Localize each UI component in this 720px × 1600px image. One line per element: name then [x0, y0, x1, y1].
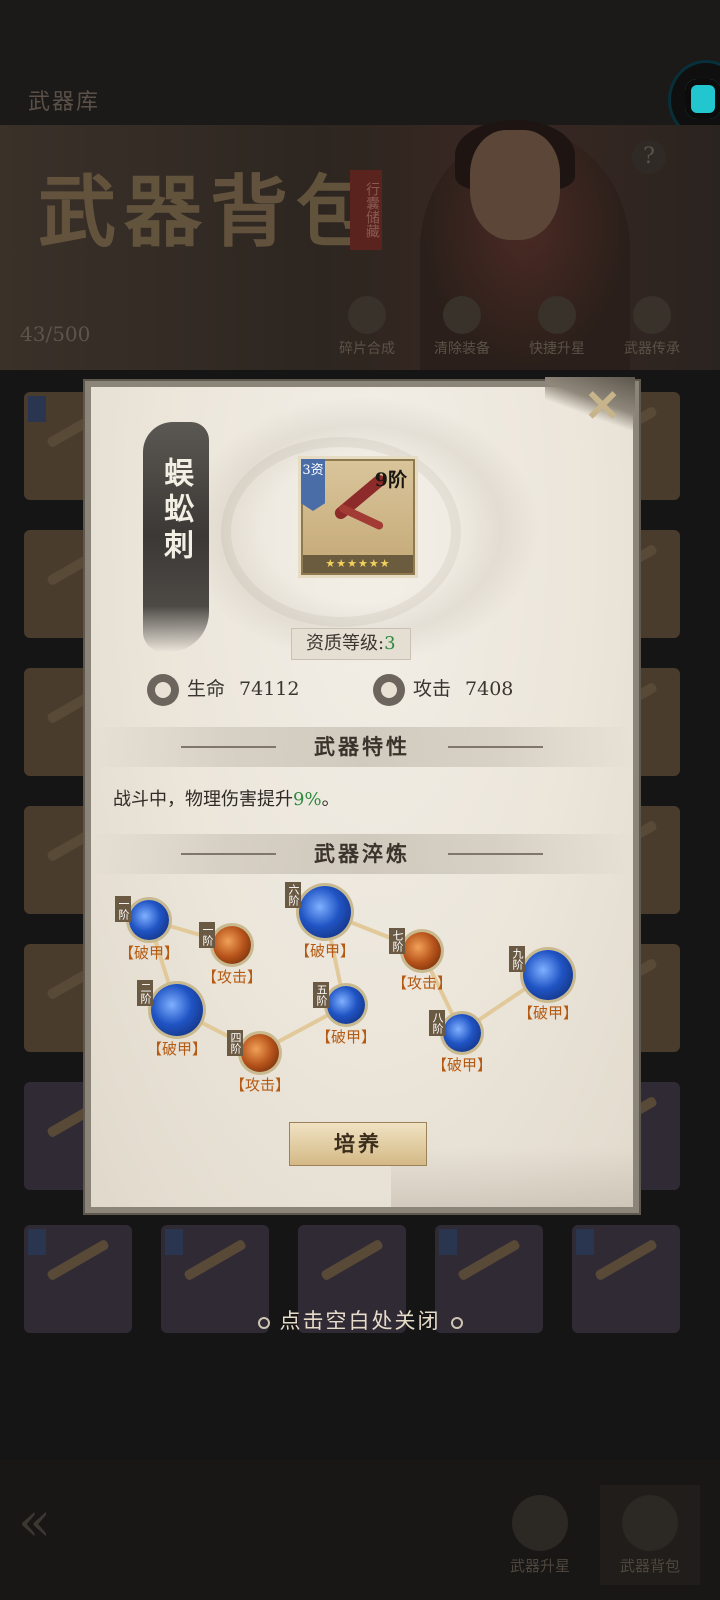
weapon-name: 蜈蚣刺	[158, 457, 193, 565]
banner-title: 武器背包	[38, 167, 383, 258]
star-tab-icon	[512, 1495, 568, 1551]
refine-node[interactable]: 八阶 【破甲】	[429, 1010, 492, 1074]
refine-node[interactable]: 二阶 【破甲】	[137, 980, 207, 1058]
help-icon[interactable]: ?	[632, 140, 666, 174]
sword-icon	[373, 674, 405, 706]
top-bar	[0, 0, 720, 125]
close-button[interactable]: ✕	[545, 377, 635, 437]
quality-level: 资质等级:3	[291, 628, 411, 660]
stat-attack: 攻击 7408	[373, 669, 513, 709]
refine-node[interactable]: 四阶 【攻击】	[227, 1030, 290, 1094]
tier-label: 9阶	[374, 469, 407, 491]
tab-weapon-bag[interactable]: 武器背包	[600, 1485, 700, 1585]
refine-node[interactable]: 一阶 【破甲】	[115, 896, 179, 962]
func-inherit-button[interactable]: 武器传承	[617, 296, 687, 358]
weapon-item-icon: 3资 9阶 ★★★★★★	[301, 459, 415, 575]
func-fragment-merge-button[interactable]: 碎片合成	[332, 296, 402, 358]
heart-icon	[147, 674, 179, 706]
stat-hp: 生命 74112	[147, 669, 299, 709]
refine-node[interactable]: 九阶 【破甲】	[509, 946, 578, 1022]
refine-node[interactable]: 六阶 【破甲】	[285, 882, 355, 960]
banner-tag: 行囊储藏	[350, 170, 382, 250]
clear-icon	[443, 296, 481, 334]
inherit-icon	[633, 296, 671, 334]
dialog-paper: 蜈蚣刺 3资 9阶 ★★★★★★ 资质等级:3 生命 74112 攻击 7408 武…	[91, 387, 633, 1207]
close-hint[interactable]: 点击空白处关闭	[0, 1305, 720, 1335]
weapon-detail-dialog: 蜈蚣刺 3资 9阶 ★★★★★★ 资质等级:3 生命 74112 攻击 7408 武…	[83, 377, 641, 1215]
tab-weapon-star[interactable]: 武器升星	[490, 1485, 590, 1585]
refine-header: 武器淬炼	[91, 834, 633, 874]
merge-icon	[348, 296, 386, 334]
trait-header: 武器特性	[91, 727, 633, 767]
grade-badge: 3资	[301, 459, 325, 511]
refine-tree: 一阶 【破甲】 二阶 【破甲】 一阶 【攻击】 四阶 【攻击】 六阶 【破甲】 五阶 【破甲…	[91, 882, 633, 1094]
trait-description: 战斗中，物理伤害提升9%。	[113, 789, 340, 810]
refine-node[interactable]: 五阶 【破甲】	[313, 982, 376, 1046]
func-quick-star-button[interactable]: 快捷升星	[522, 296, 592, 358]
screen-title: 武器库	[28, 90, 101, 115]
refine-node[interactable]: 七阶 【攻击】	[389, 928, 452, 992]
back-arrow-icon[interactable]: «	[18, 1490, 88, 1553]
refine-node[interactable]: 一阶 【攻击】	[199, 922, 262, 986]
landscape-painting	[391, 1147, 633, 1207]
hint-dot-icon	[450, 1316, 463, 1329]
bag-capacity: 43/500	[20, 322, 91, 346]
star-up-icon	[538, 296, 576, 334]
character-face	[470, 130, 560, 240]
func-clear-button[interactable]: 清除装备	[427, 296, 497, 358]
hint-dot-icon	[257, 1316, 270, 1329]
bag-tab-icon	[622, 1495, 678, 1551]
train-button[interactable]: 培养	[289, 1122, 427, 1166]
close-icon: ✕	[584, 381, 621, 432]
star-rating: ★★★★★★	[303, 555, 413, 573]
